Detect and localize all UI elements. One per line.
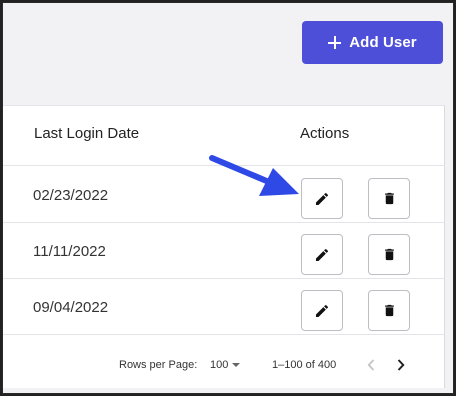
column-header-last-login: Last Login Date <box>34 125 140 142</box>
add-user-button[interactable]: Add User <box>302 21 443 64</box>
pagination-range: 1–100 of 400 <box>272 359 337 371</box>
pencil-icon <box>316 304 329 317</box>
column-header-actions: Actions <box>300 125 350 142</box>
arrow-annotation <box>209 155 299 196</box>
trash-icon <box>384 248 394 261</box>
delete-button[interactable] <box>368 290 410 331</box>
table-row: 11/11/2022 <box>3 223 445 279</box>
previous-page-button[interactable] <box>363 356 379 374</box>
trash-icon <box>384 304 394 317</box>
chevron-down-icon <box>232 363 241 367</box>
pagination-bar: Rows per Page: 100 1–100 of 400 <box>3 346 445 389</box>
edit-button[interactable] <box>301 290 343 331</box>
screenshot-frame: Add User Last Login Date Actions 02/23/2… <box>2 2 454 394</box>
pencil-icon <box>316 192 329 205</box>
last-login-date: 09/04/2022 <box>33 299 109 316</box>
rows-per-page-select[interactable]: 100 <box>210 359 241 371</box>
last-login-date: 11/11/2022 <box>33 243 106 260</box>
table-row: 09/04/2022 <box>3 279 445 335</box>
pencil-icon <box>316 248 329 261</box>
chevron-right-icon <box>397 359 405 371</box>
rows-per-page-label: Rows per Page: <box>119 359 198 371</box>
rows-per-page-value: 100 <box>210 359 229 371</box>
chevron-left-icon <box>367 359 375 371</box>
plus-icon <box>328 36 342 49</box>
add-user-label: Add User <box>349 34 417 51</box>
last-login-date: 02/23/2022 <box>33 187 109 204</box>
next-page-button[interactable] <box>393 356 409 374</box>
delete-button[interactable] <box>368 178 410 219</box>
edit-button[interactable] <box>301 178 343 219</box>
trash-icon <box>384 192 394 205</box>
users-table: Last Login Date Actions 02/23/2022 11/11… <box>3 105 445 388</box>
delete-button[interactable] <box>368 234 410 275</box>
edit-button[interactable] <box>301 234 343 275</box>
